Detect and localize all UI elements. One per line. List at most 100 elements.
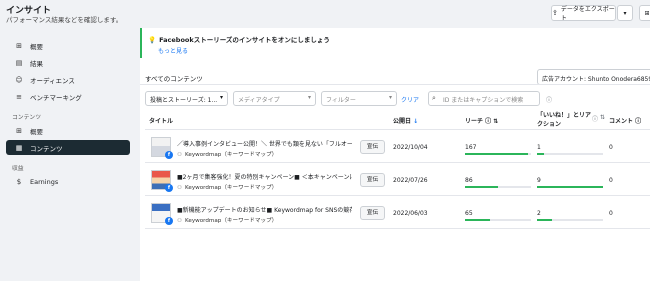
- search-input[interactable]: ⌕ ID またはキャプションで検索: [428, 91, 540, 106]
- reach-bar: [465, 186, 531, 188]
- lightbulb-icon: 💡: [148, 36, 157, 44]
- facebook-icon: f: [165, 217, 173, 225]
- reach-label: リーチ: [465, 118, 484, 125]
- sidebar-item-audience[interactable]: ☺ オーディエンス: [6, 72, 130, 87]
- post-thumbnail: f: [151, 203, 173, 225]
- post-thumbnail: f: [151, 137, 173, 159]
- page-header: インサイト パフォーマンス結果などを確認します。 ⇪ データをエクスポート ▾ …: [0, 0, 650, 28]
- filter-placeholder: フィルター: [326, 97, 356, 104]
- sidebar-item-label: 概要: [30, 127, 43, 136]
- reach-value: 167: [465, 144, 477, 151]
- sidebar-item-earnings[interactable]: $ Earnings: [6, 174, 130, 189]
- reactions-bar-fill: [537, 153, 544, 155]
- reactions-value: 1: [537, 144, 541, 151]
- post-type-select[interactable]: 投稿とストーリーズ: 1... ▾: [145, 91, 228, 106]
- sidebar-item-content-overview[interactable]: ⊞ 概要: [6, 123, 130, 138]
- people-icon: ☺: [15, 75, 23, 84]
- published-date: 2022/10/04: [393, 144, 428, 151]
- reactions-bar: [537, 219, 603, 221]
- sidebar-item-results[interactable]: ▤ 結果: [6, 55, 130, 70]
- chevron-down-icon: ▾: [219, 94, 223, 101]
- header-divider: [145, 129, 650, 130]
- sidebar-item-benchmarking[interactable]: ≡ ベンチマーキング: [6, 89, 130, 104]
- clear-filters-link[interactable]: クリア: [401, 95, 419, 104]
- column-header-reach[interactable]: リーチ ⓘ ⇅: [465, 116, 498, 125]
- info-icon: ⓘ: [592, 116, 599, 123]
- reactions-bar-fill: [537, 186, 603, 188]
- account-name: Keywordmap（キーワードマップ）: [185, 185, 278, 191]
- column-header-comments[interactable]: コメント ⓘ: [609, 116, 641, 125]
- sort-icon: ⇅: [493, 118, 499, 125]
- column-header-reactions[interactable]: 「いいね！」とリアクション: [537, 111, 595, 129]
- row-divider: [145, 195, 650, 196]
- reactions-bar: [537, 153, 603, 155]
- banner-title-row: 💡 Facebookストーリーズのインサイトをオンにしましょう: [148, 34, 330, 44]
- export-dropdown-button[interactable]: ▾: [617, 5, 633, 21]
- sidebar: ⊞ 概要 ▤ 結果 ☺ オーディエンス ≡ ベンチマーキング コンテンツ ⊞ 概…: [0, 30, 134, 281]
- sidebar-item-content[interactable]: ▦ コンテンツ: [6, 140, 130, 155]
- section-label-revenue: 収益: [12, 166, 24, 172]
- search-icon: ⌕: [432, 94, 436, 102]
- person-icon: ⚇: [177, 152, 183, 158]
- published-date: 2022/07/26: [393, 177, 428, 184]
- info-icon[interactable]: ⓘ: [546, 95, 552, 104]
- boost-button[interactable]: 宣伝: [360, 140, 385, 154]
- main-panel: 💡 Facebookストーリーズのインサイトをオンにしましょう もっと見る すべて…: [140, 28, 650, 281]
- stories-insights-banner: 💡 Facebookストーリーズのインサイトをオンにしましょう もっと見る: [140, 28, 650, 58]
- layout-button[interactable]: ⊞: [639, 5, 650, 21]
- column-header-title: タイトル: [149, 118, 174, 125]
- post-thumbnail: f: [151, 170, 173, 192]
- grid-icon: ⊞: [644, 9, 650, 17]
- column-header-published[interactable]: 公開日 ↓: [393, 116, 418, 125]
- insights-page: インサイト パフォーマンス結果などを確認します。 ⇪ データをエクスポート ▾ …: [0, 0, 650, 281]
- page-subtitle: パフォーマンス結果などを確認します。: [6, 16, 123, 24]
- upload-icon: ⇪: [552, 9, 558, 17]
- ad-account-selector[interactable]: 広告アカウント: Shunto Onodera685952: [537, 69, 650, 85]
- post-title[interactable]: ■新機能アップデートのお知らせ■ Keywordmap for SNSの競存機.…: [177, 205, 352, 214]
- person-icon: ⚇: [177, 218, 183, 224]
- banner-title: Facebookストーリーズのインサイトをオンにしましょう: [159, 36, 330, 44]
- comments-value: 0: [609, 144, 613, 151]
- reach-bar-fill: [465, 186, 498, 188]
- sidebar-item-label: 概要: [30, 42, 43, 51]
- reach-bar-fill: [465, 219, 491, 221]
- filter-select[interactable]: フィルター ▾: [321, 91, 397, 106]
- row-divider: [145, 228, 650, 229]
- facebook-icon: f: [165, 151, 173, 159]
- account-name: Keywordmap（キーワードマップ）: [185, 152, 278, 158]
- comments-label: コメント: [609, 118, 634, 125]
- comments-value: 0: [609, 177, 613, 184]
- search-placeholder: ID またはキャプションで検索: [443, 97, 524, 104]
- reactions-value: 2: [537, 210, 541, 217]
- chevron-down-icon: ▾: [307, 94, 311, 101]
- post-title[interactable]: ■2ヶ月で集客強化！夏の特別キャンペーン■ ＜本キャンペーンに...: [177, 172, 352, 181]
- content-heading: すべてのコンテンツ: [145, 75, 203, 83]
- post-account: ⚇ Keywordmap（キーワードマップ）: [177, 216, 277, 224]
- sort-icon: ⇅: [600, 114, 606, 121]
- grid-icon: ⊞: [16, 41, 22, 50]
- sidebar-item-overview[interactable]: ⊞ 概要: [6, 38, 130, 53]
- reactions-value: 9: [537, 177, 541, 184]
- content-icon: ▦: [15, 143, 23, 152]
- reach-bar-fill: [465, 153, 528, 155]
- section-label-content: コンテンツ: [12, 115, 41, 121]
- boost-button[interactable]: 宣伝: [360, 173, 385, 187]
- post-title[interactable]: ／導入事例インタビュー公開！＼ 世界でも類を見ない「フルオー...: [177, 139, 352, 148]
- chart-icon: ▤: [15, 58, 23, 67]
- export-data-button[interactable]: ⇪ データをエクスポート: [551, 5, 616, 22]
- media-type-select[interactable]: メディアタイプ ▾: [233, 91, 316, 106]
- dollar-icon: $: [16, 177, 22, 186]
- boost-button[interactable]: 宣伝: [360, 206, 385, 220]
- info-icon: ⓘ: [635, 118, 642, 125]
- person-icon: ⚇: [177, 185, 183, 191]
- chevron-down-icon: ▾: [623, 9, 627, 17]
- facebook-icon: f: [165, 184, 173, 192]
- benchmark-icon: ≡: [16, 92, 22, 101]
- sidebar-item-label: コンテンツ: [30, 144, 63, 153]
- account-name: Keywordmap（キーワードマップ）: [185, 218, 278, 224]
- reach-bar: [465, 219, 531, 221]
- learn-more-link[interactable]: もっと見る: [158, 46, 188, 55]
- info-icon: ⓘ: [485, 118, 492, 125]
- media-type-placeholder: メディアタイプ: [238, 97, 280, 104]
- reactions-label: 「いいね！」とリアクション: [537, 112, 592, 128]
